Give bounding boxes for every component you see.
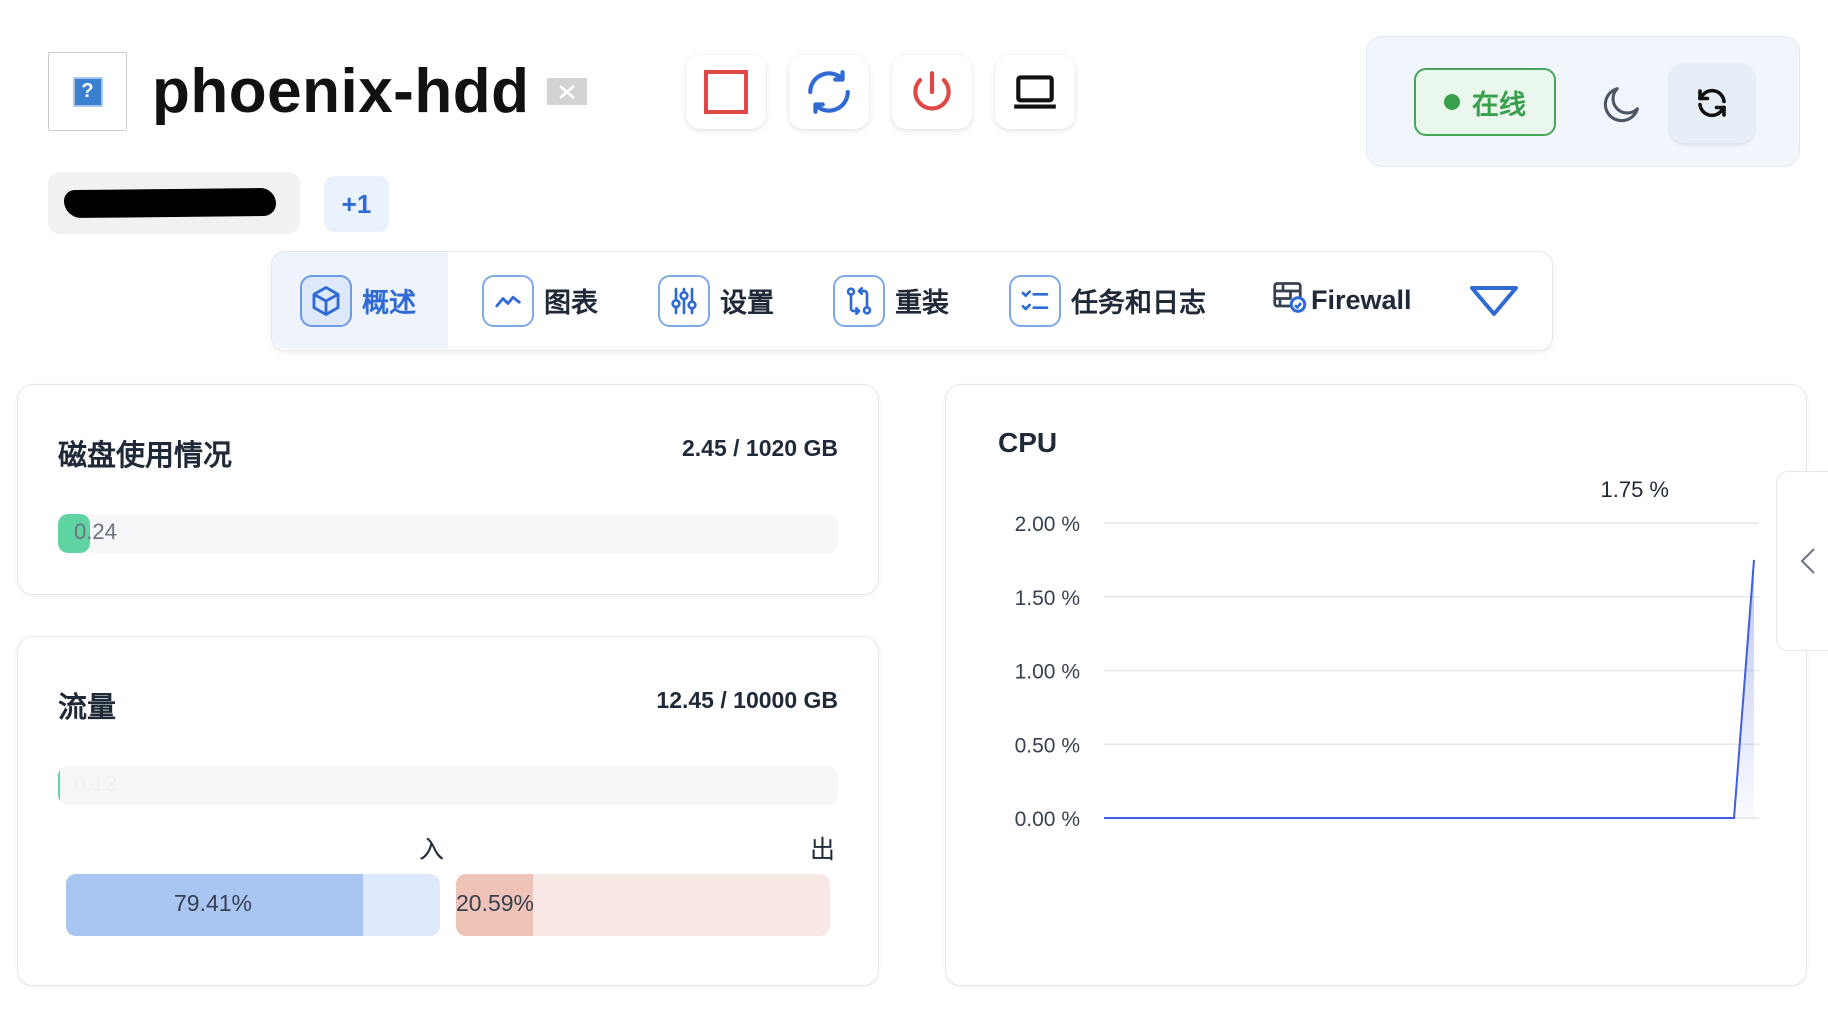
traffic-out-percent: 20.59% (456, 890, 535, 916)
redacted-tag-text (63, 187, 277, 219)
traffic-in-bar: 79.41% (66, 874, 440, 936)
theme-toggle-button[interactable] (1595, 77, 1649, 131)
chevron-left-icon (1800, 548, 1815, 574)
firewall-icon (1271, 279, 1307, 322)
power-button[interactable] (892, 55, 972, 129)
cpu-y-tick-label: 1.50 % (1015, 587, 1080, 610)
tab-settings[interactable]: 设置 (658, 252, 774, 349)
server-favicon: ? (48, 52, 127, 131)
online-status-badge: 在线 (1414, 68, 1556, 136)
tab-label: 任务和日志 (1071, 288, 1206, 318)
laptop-icon (1014, 75, 1056, 109)
tab-overview[interactable]: 概述 (272, 252, 448, 349)
traffic-out-bar: 20.59% (456, 874, 830, 936)
more-tags-button[interactable]: +1 (324, 176, 389, 232)
chevron-down-icon[interactable] (1468, 282, 1520, 320)
close-flag-icon (547, 78, 587, 105)
stop-square-icon (704, 70, 748, 114)
tab-label: 图表 (544, 288, 598, 318)
traffic-bar: 0.12 (58, 766, 838, 805)
tab-label: 设置 (720, 288, 774, 318)
tab-reinstall[interactable]: 重装 (833, 252, 949, 349)
cpu-series-line (1104, 559, 1755, 819)
traffic-percent: 0.12 (74, 771, 117, 796)
status-panel: 在线 (1366, 36, 1800, 167)
tab-charts[interactable]: 图表 (482, 252, 598, 349)
status-dot-icon (1444, 94, 1460, 110)
cpu-area-fill (1104, 559, 1754, 818)
traffic-in-percent: 79.41% (174, 890, 253, 916)
traffic-out-label: 出 (810, 836, 836, 864)
git-compare-icon (833, 274, 885, 327)
cube-icon (300, 274, 352, 327)
cpu-current-value: 1.75 % (1601, 477, 1670, 502)
cpu-y-tick-label: 0.00 % (1015, 808, 1080, 831)
tab-label: 重装 (895, 288, 949, 318)
chart-line-icon (482, 274, 534, 327)
traffic-fill (58, 766, 60, 805)
tab-tasks-logs[interactable]: 任务和日志 (1009, 252, 1206, 349)
stop-button[interactable] (686, 55, 766, 129)
disk-usage-percent: 0.24 (74, 519, 117, 544)
tab-label: 概述 (362, 288, 416, 318)
moon-icon (1603, 87, 1639, 123)
tab-bar: 概述 图表 设置 重装 任务和日志 Firewall (271, 251, 1553, 351)
cpu-y-tick-label: 1.00 % (1015, 661, 1080, 684)
server-name-title: phoenix-hdd (152, 57, 530, 126)
console-button[interactable] (995, 55, 1075, 129)
cpu-chart: 2.00 % 1.50 % 1.00 % 0.50 % 0.00 % 1.75 % (1015, 477, 1759, 831)
traffic-value: 12.45 / 10000 GB (656, 687, 838, 713)
side-panel-toggle[interactable] (1776, 471, 1828, 651)
disk-usage-title: 磁盘使用情况 (58, 440, 233, 472)
disk-usage-card: 磁盘使用情况 2.45 / 1020 GB 0.24 (17, 384, 879, 595)
cpu-y-tick-label: 0.50 % (1015, 734, 1080, 757)
cpu-card: CPU 2.00 % 1.50 % 1.00 % 0.50 % 0.00 % 1.75 % (945, 384, 1807, 986)
tab-label: Firewall (1311, 285, 1412, 315)
cpu-y-tick-label: 2.00 % (1015, 513, 1080, 536)
missing-image-icon: ? (72, 76, 103, 107)
tab-firewall[interactable]: Firewall (1271, 252, 1412, 349)
checklist-icon (1009, 274, 1061, 327)
refresh-arrows-icon (808, 70, 850, 114)
traffic-in-label: 入 (419, 836, 445, 864)
sliders-icon (658, 274, 710, 327)
refresh-icon (1698, 88, 1726, 118)
power-icon (913, 71, 951, 111)
disk-usage-value: 2.45 / 1020 GB (682, 435, 838, 461)
server-tag[interactable] (48, 172, 300, 234)
status-label: 在线 (1472, 89, 1526, 120)
restart-button[interactable] (789, 55, 869, 129)
disk-usage-bar: 0.24 (58, 514, 838, 553)
refresh-button[interactable] (1670, 63, 1754, 143)
traffic-title: 流量 (58, 692, 117, 724)
